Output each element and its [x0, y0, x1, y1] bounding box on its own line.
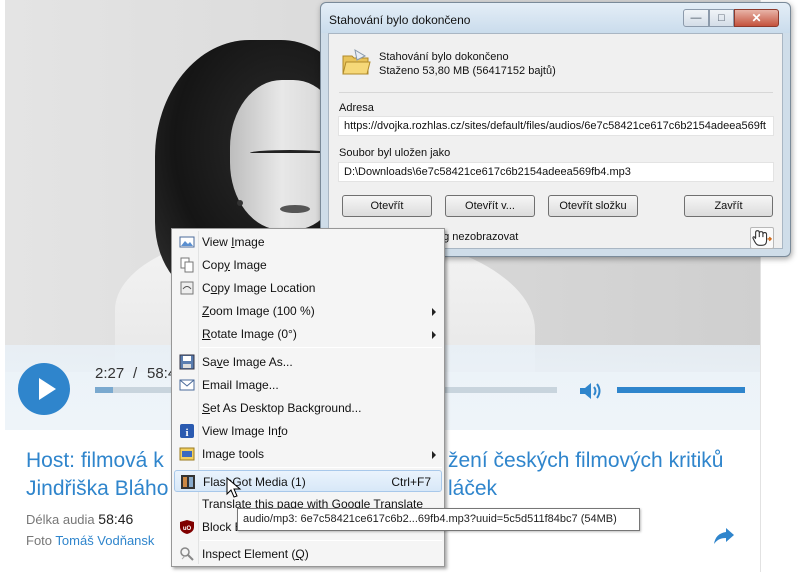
- dialog-title: Stahování bylo dokončeno: [329, 13, 471, 27]
- headline-line2-left[interactable]: Jindřiška Bláho: [26, 475, 168, 503]
- time-separator: /: [133, 365, 138, 382]
- headline-line2-right[interactable]: láček: [448, 475, 497, 503]
- saved-path-field[interactable]: D:\Downloads\6e7c58421ce617c6b2154adeea5…: [338, 162, 774, 182]
- info-icon: i: [180, 424, 194, 439]
- close-button[interactable]: Zavřít: [684, 195, 773, 217]
- svg-text:uO: uO: [183, 526, 192, 532]
- menu-item-set-desktop-background[interactable]: Set As Desktop Background...: [174, 397, 442, 419]
- menu-item-view-image[interactable]: View Image: [174, 231, 442, 253]
- headline-line1-left[interactable]: Host: filmová k: [26, 447, 164, 475]
- duration-value: 58:46: [98, 511, 134, 527]
- menu-label-image-tools: Image tools: [202, 447, 265, 461]
- menu-label-zoom-image: Zoom Image (100 %): [202, 304, 315, 318]
- saved-as-label: Soubor byl uložen jako: [339, 147, 451, 159]
- current-time: 2:27: [95, 365, 125, 382]
- menu-separator: [200, 467, 442, 468]
- play-button[interactable]: [18, 363, 70, 415]
- submenu-arrow-icon: [432, 451, 436, 459]
- menu-item-view-image-info[interactable]: i View Image Info: [174, 420, 442, 442]
- progress-fill: [95, 387, 114, 393]
- menu-label-copy-image-location: Copy Image Location: [202, 281, 316, 295]
- copy-icon: [180, 257, 194, 273]
- downloaded-size: Staženo 53,80 MB (56417152 bajtů): [379, 65, 556, 77]
- duration-meta: Délka audia 58:46: [26, 511, 133, 527]
- headline-line1-right[interactable]: žení českých filmových kritiků: [448, 447, 723, 475]
- close-icon: ✕: [751, 11, 762, 25]
- close-window-button[interactable]: ✕: [734, 9, 779, 27]
- menu-item-copy-image-location[interactable]: Copy Image Location: [174, 277, 442, 299]
- hand-icon: [752, 230, 773, 246]
- download-dialog: Stahování bylo dokončeno — □ ✕ Stahování…: [320, 2, 791, 257]
- flashgot-tooltip: audio/mp3: 6e7c58421ce617c6b2...69fb4.mp…: [237, 508, 640, 531]
- photo-label: Foto: [26, 533, 53, 548]
- menu-shortcut-flashgot: Ctrl+F7: [391, 475, 431, 489]
- dialog-body: Stahování bylo dokončeno Staženo 53,80 M…: [328, 33, 783, 249]
- maximize-button[interactable]: □: [709, 9, 734, 27]
- menu-label-view-image-info: View Image Info: [202, 424, 288, 438]
- maximize-icon: □: [718, 12, 725, 24]
- copy-location-icon: [180, 281, 194, 295]
- menu-item-zoom-image[interactable]: Zoom Image (100 %): [174, 300, 442, 322]
- svg-text:i: i: [185, 427, 188, 439]
- menu-item-image-tools[interactable]: Image tools: [174, 443, 442, 465]
- folder-icon: [342, 48, 371, 75]
- image-tools-icon: [179, 447, 195, 461]
- menu-item-rotate-image[interactable]: Rotate Image (0°): [174, 323, 442, 345]
- address-label: Adresa: [339, 102, 374, 114]
- menu-item-inspect-element[interactable]: Inspect Element (Q): [174, 543, 442, 565]
- image-icon: [179, 236, 195, 248]
- dont-show-label: og nezobrazovat: [437, 231, 519, 243]
- share-icon[interactable]: [713, 527, 735, 545]
- duration-label: Délka audia: [26, 512, 95, 527]
- menu-label-email-image: Email Image...: [202, 378, 279, 392]
- download-status: Stahování bylo dokončeno: [379, 51, 509, 63]
- minimize-icon: —: [690, 12, 702, 24]
- volume-icon[interactable]: [578, 380, 604, 402]
- hand-pointer-button[interactable]: [750, 227, 774, 249]
- menu-label-copy-image: Copy Image: [202, 258, 267, 272]
- submenu-arrow-icon: [432, 308, 436, 316]
- mouse-cursor-icon: [226, 477, 242, 498]
- menu-separator: [200, 347, 442, 348]
- menu-separator: [200, 540, 442, 541]
- volume-slider[interactable]: [617, 387, 745, 393]
- submenu-arrow-icon: [432, 331, 436, 339]
- menu-label-inspect-element: Inspect Element (Q): [202, 547, 309, 561]
- screen: 2:27 / 58:4 Host: filmová k žení českých…: [0, 0, 798, 587]
- dialog-titlebar[interactable]: Stahování bylo dokončeno — □ ✕: [321, 3, 790, 33]
- email-icon: [179, 379, 195, 391]
- minimize-button[interactable]: —: [683, 9, 709, 27]
- divider: [339, 92, 773, 93]
- menu-label-save-image-as: Save Image As...: [202, 355, 293, 369]
- menu-item-save-image-as[interactable]: Save Image As...: [174, 351, 442, 373]
- menu-label-flashgot-media: FlashGot Media (1): [203, 475, 306, 489]
- menu-label-rotate-image: Rotate Image (0°): [202, 327, 297, 341]
- photo-author-link[interactable]: Tomáš Vodňansk: [55, 533, 154, 548]
- open-with-button[interactable]: Otevřít v...: [445, 195, 535, 217]
- ublock-icon: uO: [180, 520, 194, 534]
- photo-meta: Foto Tomáš Vodňansk: [26, 533, 154, 548]
- inspect-icon: [180, 547, 194, 561]
- menu-label-set-desktop-background: Set As Desktop Background...: [202, 401, 362, 415]
- save-image-icon: [179, 354, 195, 370]
- menu-item-email-image[interactable]: Email Image...: [174, 374, 442, 396]
- flashgot-icon: [181, 475, 195, 489]
- address-field[interactable]: https://dvojka.rozhlas.cz/sites/default/…: [338, 116, 774, 136]
- open-folder-button[interactable]: Otevřít složku: [548, 195, 638, 217]
- menu-item-flashgot-media[interactable]: FlashGot Media (1) Ctrl+F7: [174, 470, 442, 492]
- open-button[interactable]: Otevřít: [342, 195, 432, 217]
- menu-label-view-image: View Image: [202, 235, 265, 249]
- menu-item-copy-image[interactable]: Copy Image: [174, 254, 442, 276]
